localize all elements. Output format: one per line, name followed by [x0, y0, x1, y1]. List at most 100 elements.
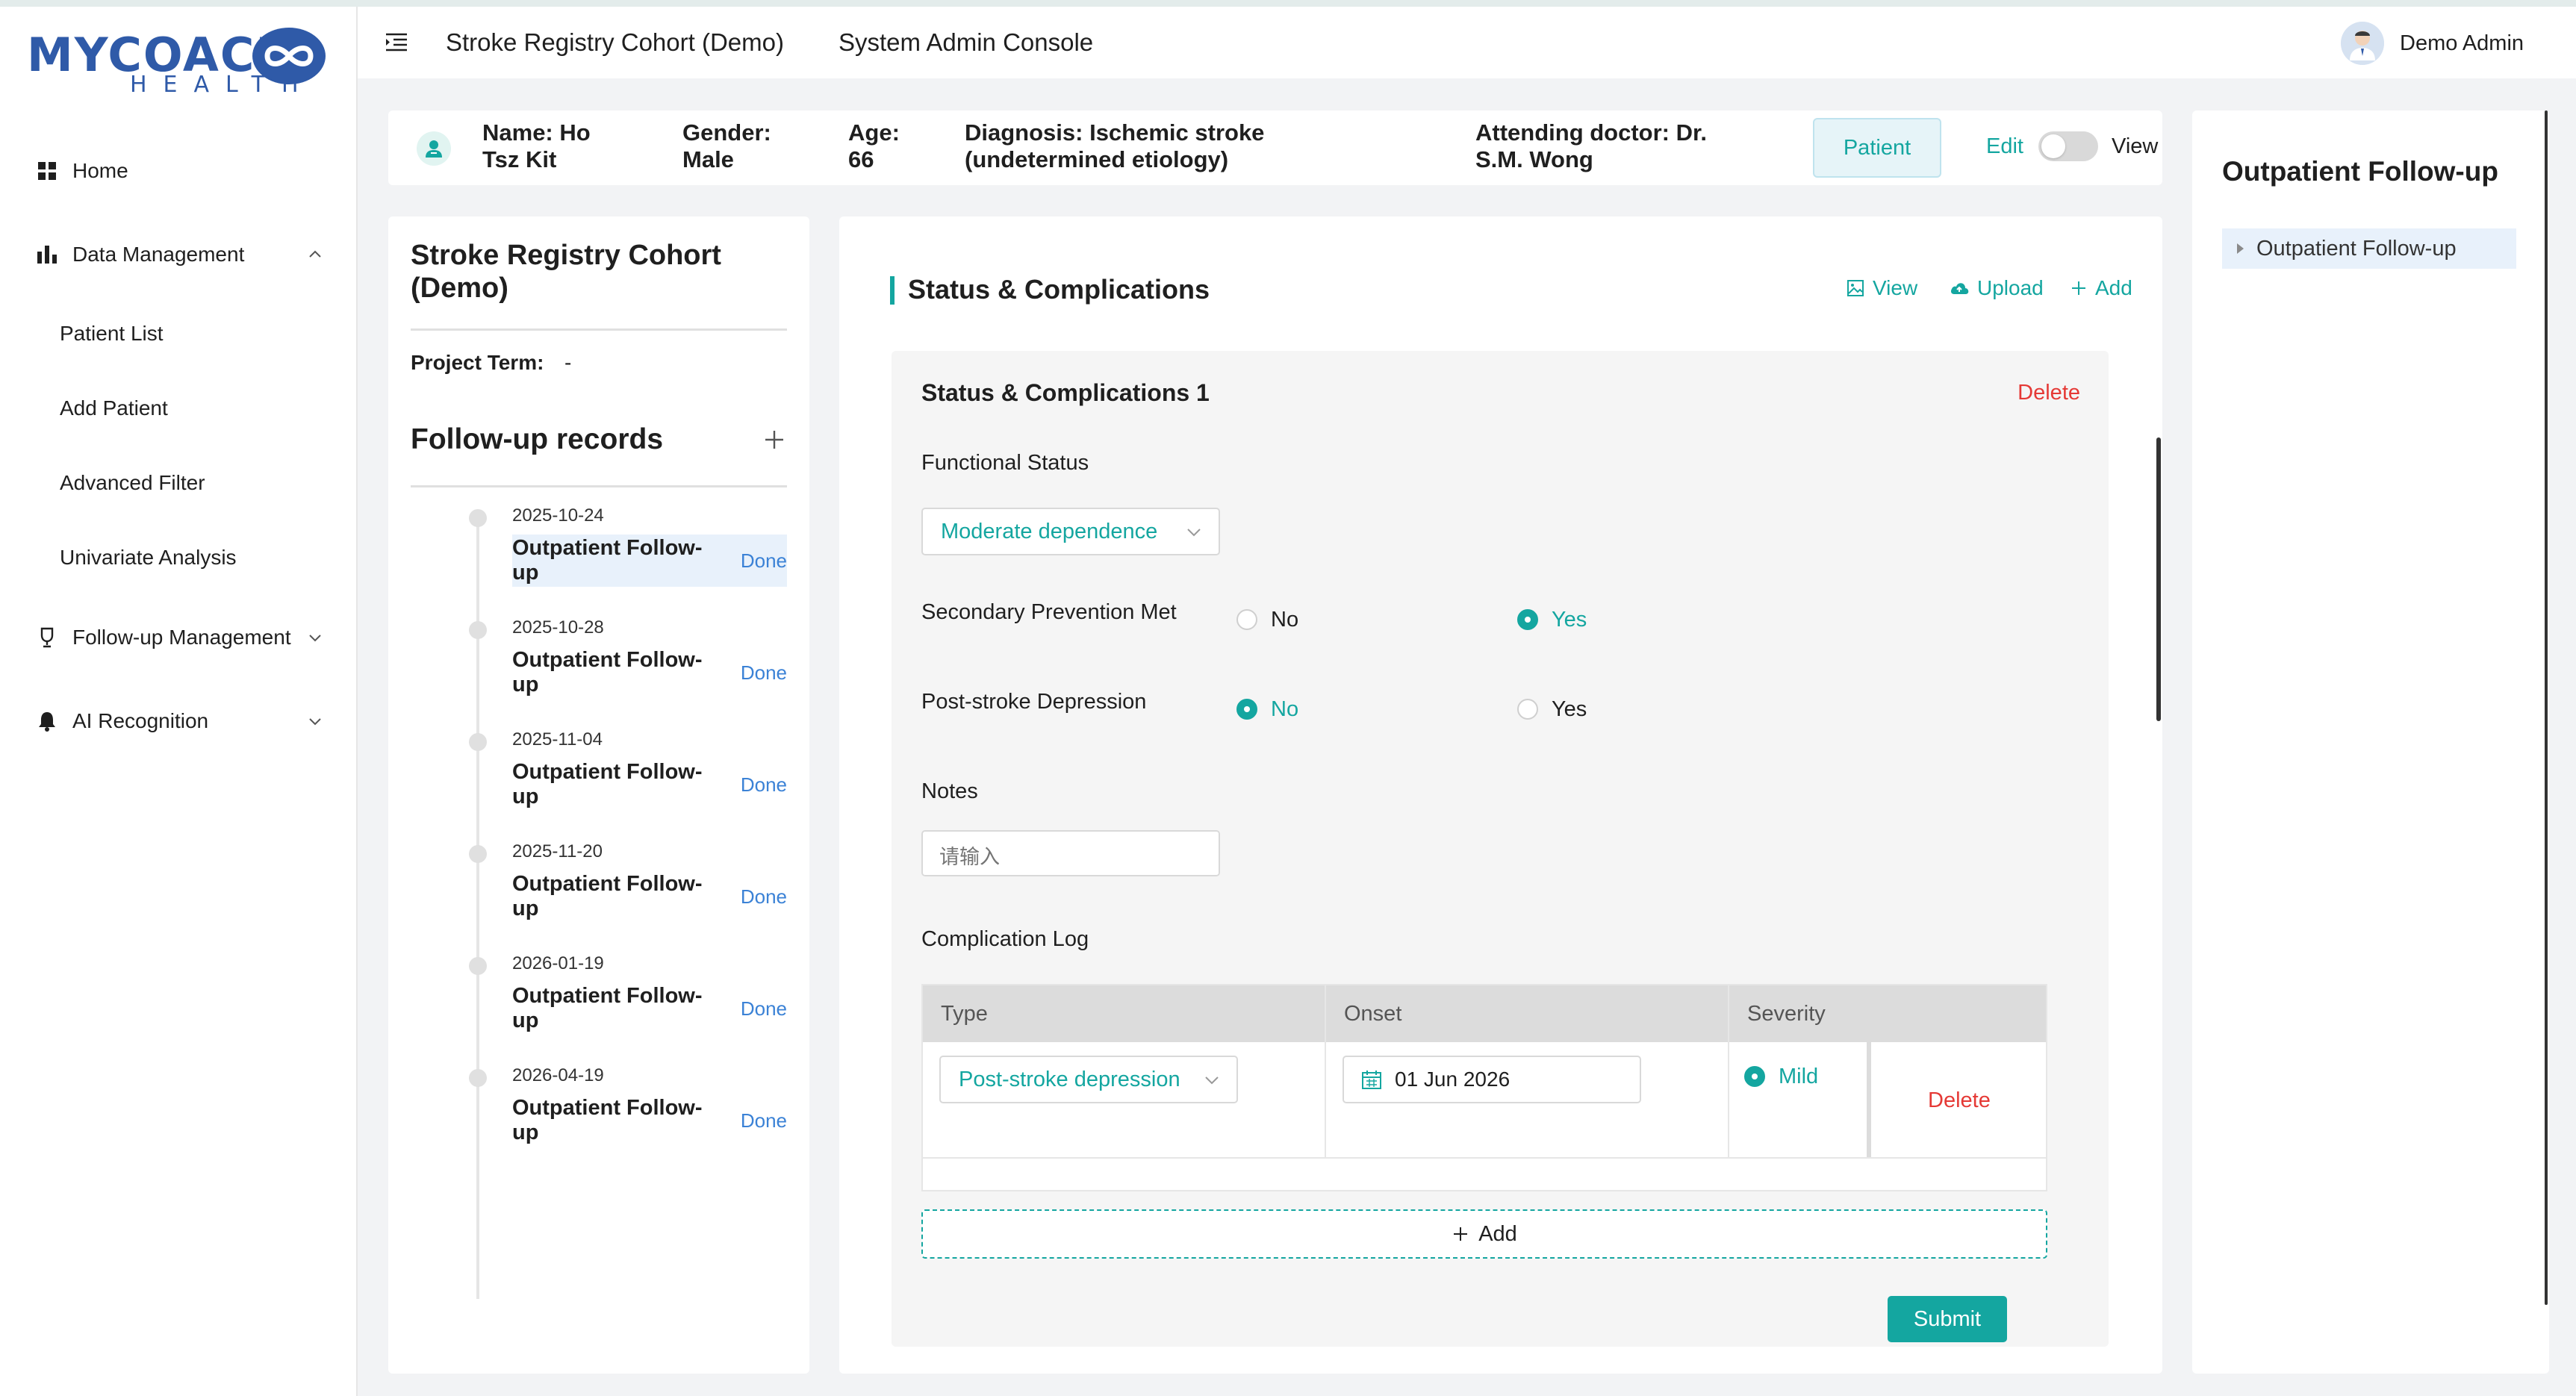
chevron-down-icon — [309, 635, 321, 642]
bell-icon — [34, 708, 60, 734]
record-name: Outpatient Follow-up — [512, 984, 703, 1032]
complication-log-table: Type Onset Severity Post-stroke depressi… — [921, 984, 2047, 1191]
attending-doctor: Attending doctor: Dr. S.M. Wong — [1475, 119, 1707, 172]
image-icon — [1847, 280, 1864, 296]
sidebar-subitem-add-patient[interactable]: Add Patient — [60, 390, 168, 427]
record-name: Outpatient Follow-up — [512, 536, 703, 585]
add-action-button[interactable]: Add — [2070, 275, 2132, 302]
depression-yes-radio[interactable]: Yes — [1517, 696, 1587, 723]
view-action-button[interactable]: View — [1846, 275, 1917, 302]
sidebar-item-data-management[interactable]: Data Management — [0, 228, 356, 281]
record-entry[interactable]: Outpatient Follow-up Done — [512, 870, 787, 923]
status-complications-panel: Status & Complications View Upload Add S… — [839, 216, 2162, 1374]
functional-status-select[interactable]: Moderate dependence — [921, 508, 1220, 555]
bar-chart-icon — [34, 242, 60, 267]
record-name: Outpatient Follow-up — [512, 1096, 703, 1144]
record-name: Outpatient Follow-up — [512, 760, 703, 808]
column-divider — [1728, 985, 1729, 1157]
divider — [411, 328, 787, 331]
delete-row-button[interactable]: Delete — [1928, 1088, 1991, 1113]
sidebar-item-follow-up-management[interactable]: Follow-up Management — [0, 611, 356, 664]
secondary-prevention-label: Secondary Prevention Met — [921, 600, 1177, 624]
sidebar-subitem-univariate-analysis[interactable]: Univariate Analysis — [60, 539, 237, 576]
submit-button[interactable]: Submit — [1888, 1296, 2007, 1342]
record-status: Done — [740, 997, 787, 1020]
user-name[interactable]: Demo Admin — [2400, 29, 2524, 57]
header-console-title: System Admin Console — [839, 28, 1094, 56]
record-status: Done — [740, 885, 787, 908]
record-date: 2026-01-19 — [512, 953, 604, 973]
menu-collapse-icon[interactable] — [385, 32, 408, 53]
record-status: Done — [740, 549, 787, 572]
user-avatar-icon — [2341, 22, 2384, 65]
record-date: 2025-11-20 — [512, 841, 603, 861]
patient-diagnosis: Diagnosis: Ischemic stroke (undetermined… — [965, 119, 1265, 172]
section-accent-bar — [890, 276, 895, 305]
patient-info-bar: Name: Ho Tsz Kit Gender: Male Age: 66 Di… — [388, 110, 2162, 185]
plus-icon — [1454, 1227, 1468, 1241]
edit-view-toggle[interactable] — [2038, 131, 2098, 161]
timeline-dot — [469, 621, 487, 639]
secondary-prevention-no-radio[interactable]: No — [1236, 606, 1298, 633]
record-date: 2025-11-04 — [512, 729, 603, 750]
add-row-label: Add — [1478, 1221, 1517, 1246]
sidebar-item-home[interactable]: Home — [0, 145, 356, 197]
functional-status-label: Functional Status — [921, 451, 1089, 475]
outline-tree-item[interactable]: Outpatient Follow-up — [2222, 228, 2516, 269]
chevron-up-icon — [309, 250, 321, 258]
avatar[interactable] — [2341, 22, 2384, 65]
record-entry[interactable]: Outpatient Follow-up Done — [512, 982, 787, 1035]
secondary-prevention-yes-radio[interactable]: Yes — [1517, 606, 1587, 633]
column-header-onset: Onset — [1344, 1001, 1402, 1026]
edit-mode-label: Edit — [1986, 134, 2023, 158]
calendar-icon — [1362, 1071, 1381, 1089]
sidebar-item-label: AI Recognition — [72, 709, 209, 732]
top-header: Stroke Registry Cohort (Demo) System Adm… — [358, 7, 2576, 78]
timeline-dot — [469, 509, 487, 527]
timeline-dot — [469, 957, 487, 975]
sidebar-subitem-advanced-filter[interactable]: Advanced Filter — [60, 464, 205, 502]
outline-title: Outpatient Follow-up — [2222, 156, 2498, 187]
onset-date-input[interactable]: 01 Jun 2026 — [1343, 1056, 1641, 1103]
sidebar-item-label: Follow-up Management — [72, 626, 291, 649]
record-entry[interactable]: Outpatient Follow-up Done — [512, 758, 787, 811]
plus-icon — [2072, 281, 2085, 295]
record-entry[interactable]: Outpatient Follow-up Done — [512, 535, 787, 587]
table-row-divider — [923, 1157, 2046, 1159]
outline-scrollbar[interactable] — [2545, 110, 2548, 1305]
record-status: Done — [740, 661, 787, 684]
column-divider — [1867, 985, 1871, 1157]
sidebar-subitem-patient-list[interactable]: Patient List — [60, 315, 164, 352]
logo-mark-icon — [252, 28, 326, 84]
add-action-label: Add — [2095, 276, 2132, 299]
record-entry[interactable]: Outpatient Follow-up Done — [512, 646, 787, 699]
upload-action-button[interactable]: Upload — [1949, 275, 2044, 302]
depression-no-radio[interactable]: No — [1236, 696, 1298, 723]
add-record-plus-icon[interactable] — [763, 429, 785, 451]
complication-type-value: Post-stroke depression — [959, 1067, 1180, 1091]
complication-type-select[interactable]: Post-stroke depression — [939, 1056, 1238, 1103]
notes-label: Notes — [921, 779, 978, 803]
patient-name: Name: Ho Tsz Kit — [482, 119, 591, 172]
top-accent-line — [0, 0, 2576, 7]
header-project-title: Stroke Registry Cohort (Demo) — [446, 28, 784, 56]
chevron-down-icon — [309, 718, 321, 726]
add-complication-row-button[interactable]: Add — [921, 1209, 2047, 1259]
radio-circle — [1236, 699, 1257, 720]
project-term-value: - — [564, 351, 572, 374]
caret-right-icon — [2237, 243, 2244, 254]
patient-button[interactable]: Patient — [1813, 118, 1941, 178]
project-term-label: Project Term: — [411, 351, 544, 374]
main-scrollbar[interactable] — [2156, 437, 2161, 721]
brand-logo[interactable]: MYCOACH HEALTH — [27, 26, 329, 96]
record-date: 2025-10-24 — [512, 505, 604, 526]
notes-textarea[interactable] — [921, 830, 1220, 876]
radio-label: No — [1271, 697, 1299, 721]
delete-card-button[interactable]: Delete — [2017, 379, 2080, 406]
record-date: 2025-10-28 — [512, 617, 604, 638]
severity-mild-radio[interactable]: Mild — [1744, 1063, 1818, 1090]
sidebar-item-ai-recognition[interactable]: AI Recognition — [0, 695, 356, 747]
record-entry[interactable]: Outpatient Follow-up Done — [512, 1094, 787, 1147]
radio-circle — [1236, 609, 1257, 630]
status-complications-card: Status & Complications 1 Delete Function… — [892, 351, 2109, 1347]
